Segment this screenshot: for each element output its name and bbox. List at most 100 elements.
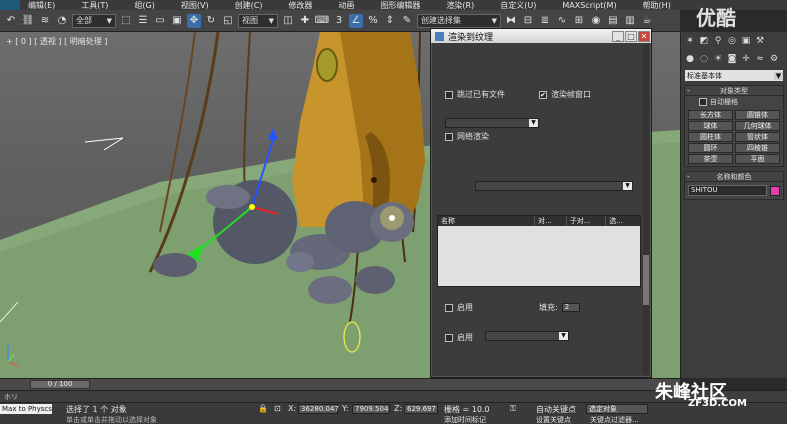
- torus-button[interactable]: 圆环: [688, 143, 733, 153]
- selection-filter-dropdown[interactable]: 全部 ▼: [72, 13, 116, 28]
- tube-button[interactable]: 管状体: [735, 132, 780, 142]
- add-time-tag[interactable]: 添加时间标记: [444, 415, 486, 424]
- app-logo-icon[interactable]: [0, 0, 20, 10]
- material-editor-icon[interactable]: ◉: [589, 14, 603, 28]
- edit-named-sel-icon[interactable]: ✎: [400, 14, 414, 28]
- menu-edit[interactable]: 编辑(E): [28, 0, 55, 10]
- object-color-swatch[interactable]: [770, 185, 780, 196]
- close-icon[interactable]: ✕: [638, 30, 650, 42]
- objects-list[interactable]: 名称 对... 子对... 选...: [437, 215, 641, 287]
- menu-maxscript[interactable]: MAXScript(M): [562, 1, 616, 10]
- select-by-name-icon[interactable]: ☰: [136, 14, 150, 28]
- padding-spinner[interactable]: 2: [561, 303, 580, 312]
- helpers-icon[interactable]: ✛: [740, 53, 752, 65]
- motion-tab-icon[interactable]: ◎: [726, 35, 738, 47]
- name-color-header[interactable]: - 名称和颜色: [685, 172, 783, 182]
- timeline[interactable]: 0 / 100: [0, 378, 680, 390]
- menu-animation[interactable]: 动画: [338, 0, 354, 10]
- menu-modifiers[interactable]: 修改器: [288, 0, 312, 10]
- bind-space-warp-icon[interactable]: ◔: [55, 14, 69, 28]
- select-rotate-icon[interactable]: ↻: [204, 14, 218, 28]
- lock-icon[interactable]: 🔒: [258, 404, 268, 413]
- menu-help[interactable]: 帮助(H): [643, 0, 671, 10]
- sphere-button[interactable]: 球体: [688, 121, 733, 131]
- key-filters-button[interactable]: 关键点过滤器...: [590, 415, 639, 424]
- dialog-title-bar[interactable]: 渲染到纹理 _ □ ✕: [431, 29, 651, 43]
- menu-rendering[interactable]: 渲染(R): [446, 0, 474, 10]
- lights-icon[interactable]: ☀: [712, 53, 724, 65]
- unlink-icon[interactable]: ≋: [38, 14, 52, 28]
- rect-selection-icon[interactable]: ▭: [153, 14, 167, 28]
- render-frame-window-checkbox[interactable]: ✔: [539, 90, 547, 99]
- select-object-icon[interactable]: ⬚: [119, 14, 133, 28]
- curve-editor-icon[interactable]: ∿: [555, 14, 569, 28]
- renderer-dropdown[interactable]: ▼: [445, 118, 539, 128]
- keyboard-shortcut-icon[interactable]: ⌨: [315, 14, 329, 28]
- select-move-icon[interactable]: ✥: [187, 13, 201, 28]
- maxscript-listener[interactable]: Max to Physcs: [0, 404, 52, 414]
- x-coordinate-field[interactable]: 36280.047: [298, 404, 339, 414]
- schematic-view-icon[interactable]: ⊞: [572, 14, 586, 28]
- z-coordinate-field[interactable]: 629.697: [404, 404, 438, 414]
- manipulate-icon[interactable]: ✚: [298, 14, 312, 28]
- viewport-label[interactable]: + [ 0 ] [ 透视 ] [ 明暗处理 ]: [6, 36, 107, 47]
- col-name[interactable]: 名称: [438, 216, 535, 226]
- mirror-icon[interactable]: ⧓: [504, 14, 518, 28]
- cone-button[interactable]: 圆锥体: [735, 110, 780, 120]
- col-object[interactable]: 对...: [535, 216, 567, 226]
- menu-graph-editors[interactable]: 图形编辑器: [380, 0, 420, 10]
- network-render-checkbox[interactable]: [445, 132, 453, 141]
- undo-icon[interactable]: ↶: [4, 14, 18, 28]
- col-sub-object[interactable]: 子对...: [567, 216, 607, 226]
- dialog-scroll-thumb[interactable]: [643, 255, 649, 305]
- window-crossing-icon[interactable]: ▣: [170, 14, 184, 28]
- element-dropdown[interactable]: ▼: [485, 331, 569, 341]
- auto-grid-checkbox[interactable]: [699, 98, 707, 106]
- align-icon[interactable]: ⊟: [521, 14, 535, 28]
- layer-manager-icon[interactable]: ≣: [538, 14, 552, 28]
- angle-snap-icon[interactable]: ∠: [349, 13, 363, 28]
- auto-key-button[interactable]: 自动关键点: [536, 404, 576, 415]
- enable-checkbox-1[interactable]: [445, 303, 453, 312]
- percent-snap-icon[interactable]: %: [366, 14, 380, 28]
- maximize-icon[interactable]: □: [625, 30, 637, 42]
- box-button[interactable]: 长方体: [688, 110, 733, 120]
- rendered-frame-icon[interactable]: ▥: [623, 14, 637, 28]
- spinner-snap-icon[interactable]: ⇕: [383, 14, 397, 28]
- selected-object-dropdown[interactable]: 选定对象: [586, 404, 648, 414]
- pyramid-button[interactable]: 四棱锥: [735, 143, 780, 153]
- shapes-icon[interactable]: ◌: [698, 53, 710, 65]
- preset-dropdown[interactable]: ▼: [475, 181, 633, 191]
- utilities-tab-icon[interactable]: ⚒: [754, 35, 766, 47]
- named-selection-dropdown[interactable]: 创建选择集 ▼: [417, 13, 501, 28]
- menu-customize[interactable]: 自定义(U): [500, 0, 536, 10]
- ref-coord-dropdown[interactable]: 视图 ▼: [238, 13, 278, 28]
- key-mode-icon[interactable]: ⚿: [510, 404, 516, 414]
- select-scale-icon[interactable]: ◱: [221, 14, 235, 28]
- link-icon[interactable]: ⛓: [21, 14, 35, 28]
- menu-views[interactable]: 视图(V): [181, 0, 209, 10]
- object-type-header[interactable]: - 对象类型: [685, 86, 783, 96]
- absolute-mode-icon[interactable]: ⊡: [274, 404, 281, 413]
- col-selected[interactable]: 选...: [606, 216, 640, 226]
- teapot-button[interactable]: 茶壶: [688, 154, 733, 164]
- menu-create[interactable]: 创建(C): [235, 0, 263, 10]
- pivot-center-icon[interactable]: ◫: [281, 14, 295, 28]
- display-tab-icon[interactable]: ▣: [740, 35, 752, 47]
- object-name-field[interactable]: SHITOU: [688, 185, 767, 196]
- create-tab-icon[interactable]: ✶: [684, 35, 696, 47]
- dialog-scrollbar[interactable]: [643, 45, 649, 375]
- set-key-button[interactable]: 设置关键点: [536, 415, 571, 424]
- hierarchy-tab-icon[interactable]: ⚲: [712, 35, 724, 47]
- menu-group[interactable]: 组(G): [134, 0, 154, 10]
- space-warps-icon[interactable]: ≈: [754, 53, 766, 65]
- systems-icon[interactable]: ⚙: [768, 53, 780, 65]
- enable-checkbox-2[interactable]: [445, 333, 453, 342]
- geosphere-button[interactable]: 几何球体: [735, 121, 780, 131]
- time-slider[interactable]: 0 / 100: [30, 380, 90, 389]
- plane-button[interactable]: 平面: [735, 154, 780, 164]
- cylinder-button[interactable]: 圆柱体: [688, 132, 733, 142]
- geometry-icon[interactable]: ●: [684, 53, 696, 65]
- y-coordinate-field[interactable]: 7909.504: [352, 404, 390, 414]
- category-dropdown[interactable]: 标准基本体 ▼: [685, 70, 783, 81]
